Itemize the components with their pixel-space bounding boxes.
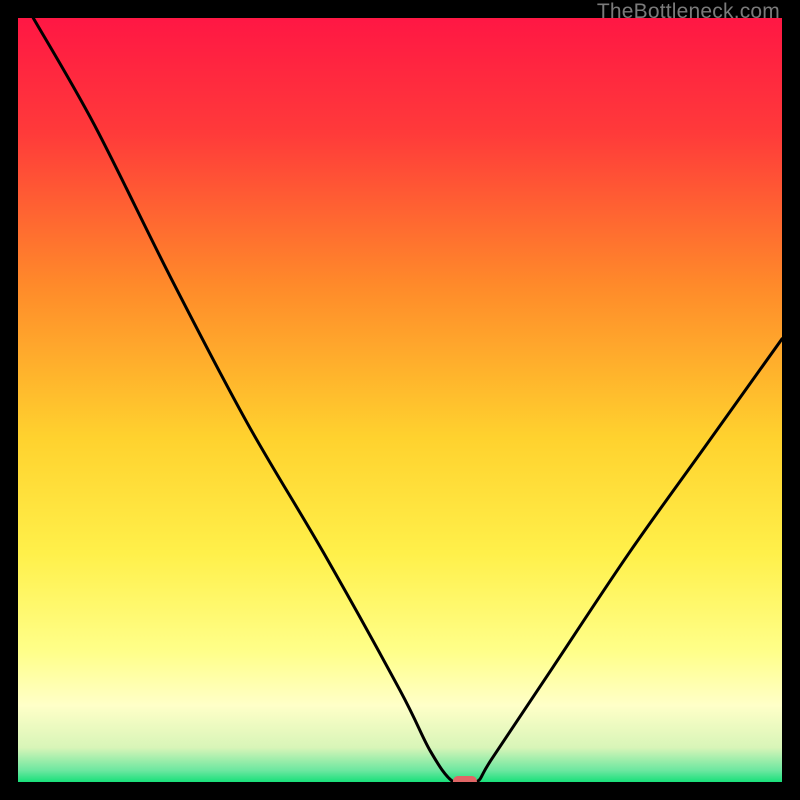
gradient-background bbox=[18, 18, 782, 782]
chart-plot-area bbox=[18, 18, 782, 782]
bottleneck-chart-svg bbox=[18, 18, 782, 782]
watermark-text: TheBottleneck.com bbox=[597, 0, 780, 24]
optimal-marker bbox=[453, 776, 477, 782]
